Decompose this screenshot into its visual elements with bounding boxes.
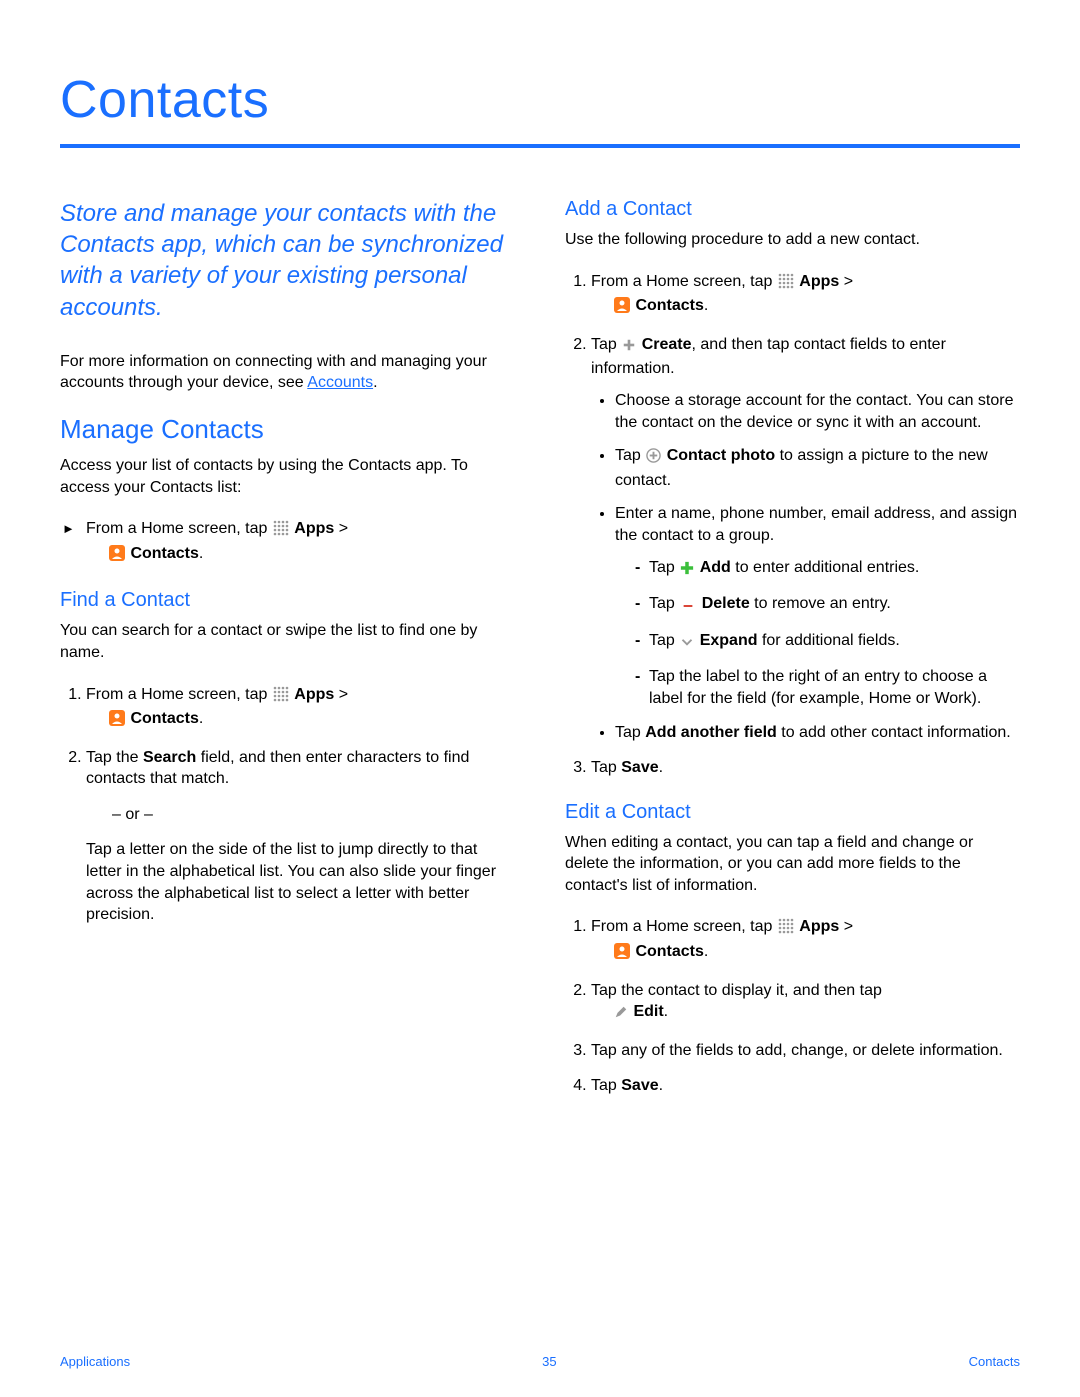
find-step-alt: Tap a letter on the side of the list to … [86,839,515,925]
add-step-1: From a Home screen, tap Apps > Contacts. [591,271,1020,320]
bullet-another-field: Tap Add another field to add other conta… [615,722,1020,744]
add-step-2: Tap Create, and then tap contact fields … [591,334,1020,743]
edit-label: Edit [633,1003,663,1020]
bullet-fields: Enter a name, phone number, email addres… [615,503,1020,709]
edit-steps: From a Home screen, tap Apps > Contacts.… [565,916,1020,1097]
more-info-suffix: . [373,374,377,391]
bullet-storage: Choose a storage account for the contact… [615,390,1020,433]
more-info-prefix: For more information on connecting with … [60,353,487,392]
add-contact-heading: Add a Contact [565,198,1020,221]
edit-step-2: Tap the contact to display it, and then … [591,980,1020,1026]
plus-green-icon [680,560,694,582]
add-another-field-label: Add another field [645,724,777,741]
left-column: Store and manage your contacts with the … [60,198,515,1111]
step-text: From a Home screen, tap [86,686,272,703]
manage-step-1: From a Home screen, tap Apps > Contacts. [86,518,515,567]
edit-step-1: From a Home screen, tap Apps > Contacts. [591,916,1020,965]
or-divider: – or – [112,804,515,826]
pencil-icon [614,1004,628,1026]
footer-right: Contacts [969,1354,1020,1369]
contacts-app-icon [614,297,630,320]
contacts-app-icon [614,943,630,966]
apps-grid-icon [778,918,794,941]
apps-grid-icon [273,520,289,543]
find-intro: You can search for a contact or swipe th… [60,620,515,663]
right-column: Add a Contact Use the following procedur… [565,198,1020,1111]
add-step-3: Tap Save. [591,757,1020,779]
contacts-label: Contacts [130,710,198,727]
create-label: Create [642,336,692,353]
find-contact-heading: Find a Contact [60,589,515,612]
find-steps: From a Home screen, tap Apps > Contacts.… [60,684,515,926]
page-footer: Applications 35 Contacts [60,1354,1020,1369]
manage-intro: Access your list of contacts by using th… [60,455,515,498]
contacts-app-icon [109,710,125,733]
dash-delete: Tap Delete to remove an entry. [635,593,1020,618]
dash-label: Tap the label to the right of an entry t… [635,666,1020,709]
footer-page-number: 35 [542,1354,556,1369]
bullet-photo: Tap Contact photo to assign a picture to… [615,445,1020,491]
chevron-down-icon [680,633,694,655]
apps-grid-icon [273,686,289,709]
find-step-2: Tap the Search field, and then enter cha… [86,747,515,926]
edit-step-4: Tap Save. [591,1075,1020,1097]
edit-step-3: Tap any of the fields to add, change, or… [591,1040,1020,1062]
step-text: From a Home screen, tap [86,520,272,537]
dash-add: Tap Add to enter additional entries. [635,557,1020,582]
delete-label: Delete [702,595,750,612]
save-label: Save [621,759,658,776]
apps-label: Apps [294,520,334,537]
apps-grid-icon [778,273,794,296]
minus-red-icon [680,596,696,618]
gt: > [334,520,348,537]
search-label: Search [143,749,196,766]
edit-contact-heading: Edit a Contact [565,801,1020,824]
add-label: Add [700,559,731,576]
add-intro: Use the following procedure to add a new… [565,229,1020,251]
expand-label: Expand [700,632,758,649]
intro-text: Store and manage your contacts with the … [60,198,515,323]
contacts-app-icon [109,545,125,568]
more-info-text: For more information on connecting with … [60,351,515,394]
plus-circle-icon [646,448,661,470]
page-title: Contacts [60,70,1020,148]
save-label: Save [621,1077,658,1094]
accounts-link[interactable]: Accounts [307,374,373,391]
apps-label: Apps [294,686,334,703]
contact-photo-label: Contact photo [667,447,775,464]
plus-gray-icon [622,337,636,359]
content-columns: Store and manage your contacts with the … [60,198,1020,1111]
add-bullets: Choose a storage account for the contact… [591,390,1020,743]
manage-contacts-heading: Manage Contacts [60,414,515,445]
dash-expand: Tap Expand for additional fields. [635,630,1020,655]
add-dashes: Tap Add to enter additional entries. Tap… [615,557,1020,710]
contacts-label: Contacts [130,545,198,562]
manage-steps: From a Home screen, tap Apps > Contacts. [60,518,515,567]
footer-left: Applications [60,1354,130,1369]
edit-intro: When editing a contact, you can tap a fi… [565,832,1020,897]
find-step-1: From a Home screen, tap Apps > Contacts. [86,684,515,733]
add-steps: From a Home screen, tap Apps > Contacts.… [565,271,1020,779]
period: . [199,545,203,562]
